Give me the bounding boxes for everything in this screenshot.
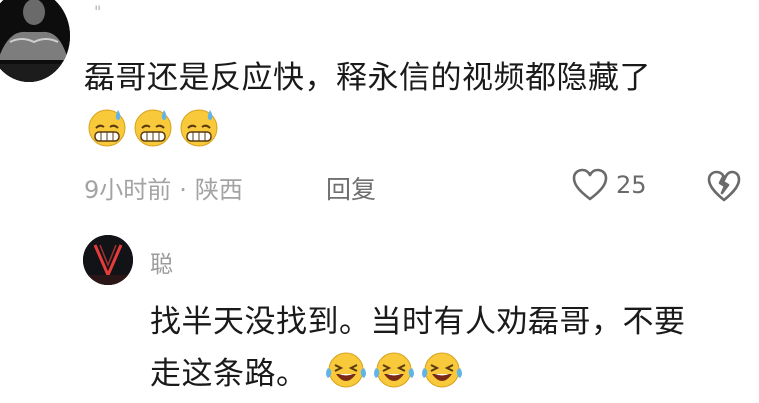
commenter-avatar[interactable]: [0, 0, 70, 82]
laughing-crying-emoji: [326, 352, 366, 388]
grimacing-sweat-emoji: [134, 109, 172, 147]
grimacing-sweat-emoji: [180, 109, 218, 147]
quote-mark: ": [94, 2, 102, 21]
meta-separator: ·: [179, 176, 187, 204]
grimacing-sweat-emoji: [88, 109, 126, 147]
comment-location: 陕西: [194, 176, 243, 204]
reply-button[interactable]: 回复: [326, 170, 376, 206]
like-count: 25: [616, 171, 647, 199]
replier-username[interactable]: 聪: [150, 245, 173, 279]
comment-text: 磊哥还是反应快，释永信的视频都隐藏了: [84, 60, 651, 96]
comment-meta: 9小时前 · 陕西: [84, 170, 243, 205]
laughing-crying-emoji: [422, 352, 462, 388]
heart-icon: [572, 168, 608, 201]
comment-time: 9小时前: [84, 176, 172, 204]
reply-text-line2: 走这条路。: [150, 356, 308, 392]
replier-avatar[interactable]: [83, 235, 133, 285]
reply-emoji-row: [324, 350, 464, 390]
comment-emoji-row: [86, 106, 220, 148]
dislike-button[interactable]: [707, 170, 741, 206]
laughing-crying-emoji: [374, 352, 414, 388]
broken-heart-icon: [707, 170, 741, 202]
reply-text-line1: 找半天没找到。当时有人劝磊哥，不要: [150, 304, 686, 340]
like-button[interactable]: 25: [572, 168, 647, 202]
